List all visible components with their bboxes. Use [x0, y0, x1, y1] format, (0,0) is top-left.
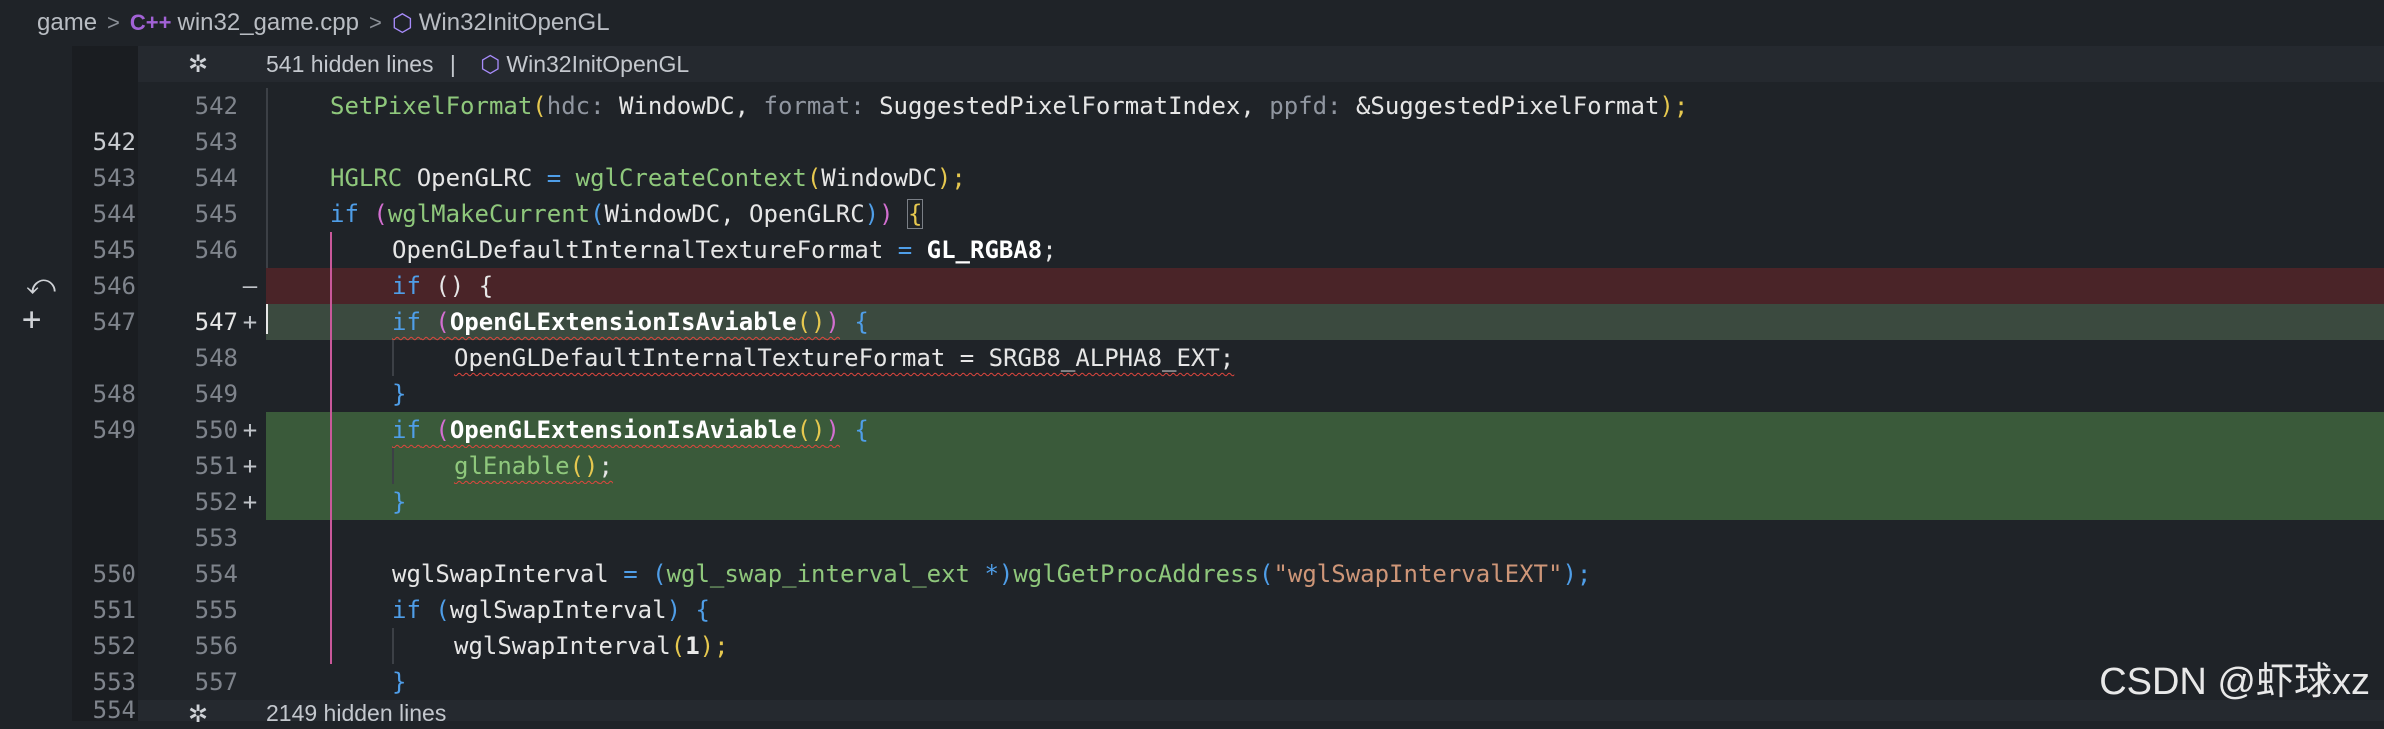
new-line-number: 556	[194, 632, 238, 660]
added-line-marker: +	[242, 308, 258, 336]
new-line-number: 555	[194, 596, 238, 624]
fold-gear-icon[interactable]: ✲	[188, 50, 208, 79]
code-line[interactable]: 551 555 if (wglSwapInterval) {	[0, 592, 2384, 628]
old-line-number: 547	[92, 308, 136, 336]
new-line-number: 544	[194, 164, 238, 192]
old-line-number: 554	[92, 696, 136, 724]
deleted-code-line[interactable]: 546 — if () {	[0, 268, 2384, 304]
old-line-number: 545	[92, 236, 136, 264]
code-line[interactable]: 552 556 wglSwapInterval(1);	[0, 628, 2384, 664]
code-text: if (wglSwapInterval) {	[392, 596, 710, 624]
chevron-right-icon: >	[107, 10, 120, 35]
added-line-marker: +	[242, 452, 258, 480]
new-line-number: 550	[194, 416, 238, 444]
new-line-number: 557	[194, 668, 238, 696]
code-text: if (OpenGLExtensionIsAviable()) {	[392, 416, 869, 444]
code-line[interactable]: 542 SetPixelFormat(hdc: WindowDC, format…	[0, 88, 2384, 124]
added-code-line[interactable]: 549 550 + if (OpenGLExtensionIsAviable()…	[0, 412, 2384, 448]
breadcrumb-symbol[interactable]: Win32InitOpenGL	[419, 9, 610, 37]
code-text: if () {	[392, 272, 494, 300]
added-code-line[interactable]: 551 + glEnable();	[0, 448, 2384, 484]
old-line-number: 553	[92, 668, 136, 696]
code-line[interactable]: 544 545 if (wglMakeCurrent(WindowDC, Ope…	[0, 196, 2384, 232]
code-text: if (wglMakeCurrent(WindowDC, OpenGLRC)) …	[330, 199, 924, 229]
new-line-number: 552	[194, 488, 238, 516]
breadcrumb: game > C++ win32_game.cpp > ⬡ Win32InitO…	[0, 0, 2384, 46]
fold-separator: |	[449, 50, 456, 77]
old-line-number: 546	[92, 272, 136, 300]
deleted-line-marker: —	[242, 272, 258, 300]
chevron-right-icon: >	[368, 10, 382, 35]
new-line-number: 554	[194, 560, 238, 588]
breadcrumb-folder[interactable]: game	[37, 9, 97, 37]
code-line[interactable]: 553 557 }	[0, 664, 2384, 700]
old-line-number: 544	[92, 200, 136, 228]
code-text: SetPixelFormat(hdc: WindowDC, format: Su…	[330, 92, 1689, 120]
old-line-number	[72, 88, 136, 124]
code-text: }	[392, 488, 407, 516]
new-line-number: 549	[194, 380, 238, 408]
code-text: OpenGLDefaultInternalTextureFormat = GL_…	[392, 236, 1057, 264]
code-line[interactable]: 548 OpenGLDefaultInternalTextureFormat =…	[0, 340, 2384, 376]
code-line[interactable]: 543 544 HGLRC OpenGLRC = wglCreateContex…	[0, 160, 2384, 196]
breadcrumb-file[interactable]: win32_game.cpp	[178, 9, 359, 37]
old-line-number: 548	[92, 380, 136, 408]
add-icon[interactable]: +	[22, 300, 41, 338]
fold-symbol-name: Win32InitOpenGL	[506, 50, 690, 77]
code-line[interactable]: 548 549 }	[0, 376, 2384, 412]
added-code-line[interactable]: 552 + }	[0, 484, 2384, 520]
fold-gear-icon[interactable]: ✲	[188, 700, 208, 729]
old-line-number: 550	[92, 560, 136, 588]
new-line-number: 547	[194, 308, 238, 336]
new-line-number: 548	[194, 344, 238, 372]
new-line-number: 553	[194, 524, 238, 552]
text-cursor	[266, 304, 268, 334]
watermark: CSDN @虾球xz	[2099, 661, 2370, 703]
code-text: }	[392, 668, 407, 696]
code-text: OpenGLDefaultInternalTextureFormat = SRG…	[454, 344, 1235, 372]
new-line-number: 545	[194, 200, 238, 228]
code-text: wglSwapInterval = (wgl_swap_interval_ext…	[392, 560, 1592, 588]
modified-code-line[interactable]: 547 547 + if (OpenGLExtensionIsAviable()…	[0, 304, 2384, 340]
old-line-number: 549	[92, 416, 136, 444]
code-text: if (OpenGLExtensionIsAviable()) {	[392, 308, 869, 336]
old-line-number: 551	[92, 596, 136, 624]
new-line-number: 546	[194, 236, 238, 264]
added-line-marker: +	[242, 416, 258, 444]
symbol-cube-icon: ⬡	[480, 50, 501, 77]
hidden-lines-fold-bottom[interactable]: ✲ 2149 hidden lines	[138, 700, 2384, 728]
code-text: wglSwapInterval(1);	[454, 632, 729, 660]
code-text: HGLRC OpenGLRC = wglCreateContext(Window…	[330, 164, 966, 192]
code-text: glEnable();	[454, 452, 613, 480]
symbol-cube-icon: ⬡	[391, 9, 413, 37]
new-line-number: 551	[194, 452, 238, 480]
old-line-number: 552	[92, 632, 136, 660]
hidden-lines-count: 2149 hidden lines	[266, 700, 447, 726]
new-line-number: 542	[194, 92, 238, 120]
hidden-lines-fold-top[interactable]: ✲ 541 hidden lines | ⬡ Win32InitOpenGL	[138, 46, 2384, 82]
code-line[interactable]: 550 554 wglSwapInterval = (wgl_swap_inte…	[0, 556, 2384, 592]
old-line-number: 542	[92, 128, 136, 156]
code-text: }	[392, 380, 407, 408]
revert-icon[interactable]: ⤺	[26, 268, 56, 302]
added-line-marker: +	[242, 488, 258, 516]
code-line[interactable]: 553	[0, 520, 2384, 556]
code-line[interactable]: 542 543	[0, 124, 2384, 160]
code-line[interactable]: 545 546 OpenGLDefaultInternalTextureForm…	[0, 232, 2384, 268]
hidden-lines-count: 541 hidden lines	[266, 50, 434, 77]
cpp-file-icon: C++	[129, 10, 172, 35]
new-line-number: 543	[194, 128, 238, 156]
old-line-number: 543	[92, 164, 136, 192]
